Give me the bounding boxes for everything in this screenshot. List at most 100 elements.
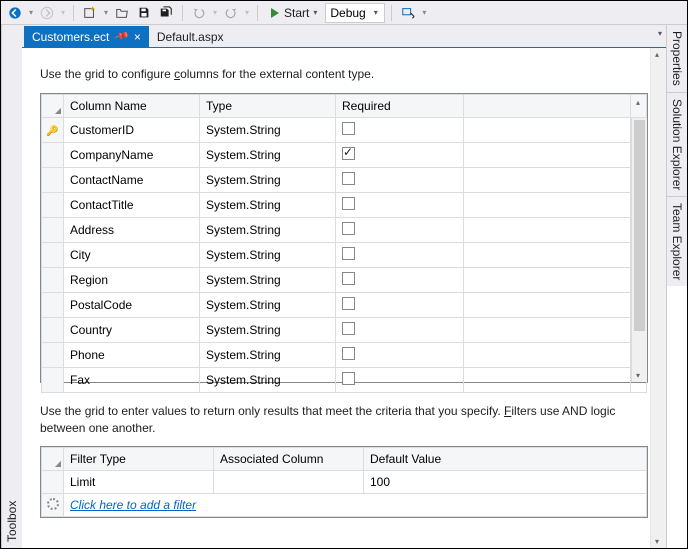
browse-dropdown[interactable]: ▾ bbox=[420, 8, 428, 17]
cell-required[interactable] bbox=[336, 292, 464, 317]
cell-column-name[interactable]: City bbox=[64, 242, 200, 267]
table-row[interactable]: AddressSystem.String bbox=[42, 217, 647, 242]
row-header[interactable] bbox=[42, 367, 64, 392]
new-project-dropdown[interactable]: ▾ bbox=[102, 8, 110, 17]
add-filter-row[interactable]: Click here to add a filter bbox=[42, 494, 647, 517]
cell-type[interactable]: System.String bbox=[200, 267, 336, 292]
tab-default-aspx[interactable]: Default.aspx bbox=[149, 26, 232, 47]
cell-type[interactable]: System.String bbox=[200, 117, 336, 142]
table-row[interactable]: PostalCodeSystem.String bbox=[42, 292, 647, 317]
cell-type[interactable]: System.String bbox=[200, 367, 336, 392]
required-checkbox[interactable] bbox=[342, 322, 355, 335]
cell-type[interactable]: System.String bbox=[200, 192, 336, 217]
solution-explorer-panel-tab[interactable]: Solution Explorer bbox=[667, 93, 687, 197]
redo-dropdown[interactable]: ▾ bbox=[243, 8, 251, 17]
table-row[interactable]: RegionSystem.String bbox=[42, 267, 647, 292]
cell-type[interactable]: System.String bbox=[200, 167, 336, 192]
pin-icon[interactable]: 📌 bbox=[113, 29, 129, 45]
row-header[interactable] bbox=[42, 192, 64, 217]
row-header[interactable] bbox=[42, 267, 64, 292]
cell-column-name[interactable]: CompanyName bbox=[64, 142, 200, 167]
cell-default-value[interactable]: 100 bbox=[364, 471, 647, 494]
nav-forward-dropdown[interactable]: ▾ bbox=[59, 8, 67, 17]
row-header[interactable] bbox=[42, 167, 64, 192]
flt-header-type[interactable]: Filter Type bbox=[64, 448, 214, 471]
cell-column-name[interactable]: Region bbox=[64, 267, 200, 292]
cell-column-name[interactable]: ContactTitle bbox=[64, 192, 200, 217]
configuration-select[interactable]: Debug ▾ bbox=[325, 3, 385, 23]
row-header[interactable] bbox=[42, 242, 64, 267]
open-file-button[interactable] bbox=[112, 3, 132, 23]
cell-required[interactable] bbox=[336, 142, 464, 167]
add-filter-cell[interactable]: Click here to add a filter bbox=[64, 494, 647, 517]
cell-type[interactable]: System.String bbox=[200, 317, 336, 342]
required-checkbox[interactable] bbox=[342, 147, 355, 160]
undo-button[interactable] bbox=[189, 3, 209, 23]
cell-required[interactable] bbox=[336, 317, 464, 342]
cell-required[interactable] bbox=[336, 267, 464, 292]
table-row[interactable]: CitySystem.String bbox=[42, 242, 647, 267]
required-checkbox[interactable] bbox=[342, 372, 355, 385]
save-all-button[interactable] bbox=[156, 3, 176, 23]
cell-column-name[interactable]: Address bbox=[64, 217, 200, 242]
nav-back-button[interactable] bbox=[5, 3, 25, 23]
row-header[interactable] bbox=[42, 317, 64, 342]
required-checkbox[interactable] bbox=[342, 172, 355, 185]
required-checkbox[interactable] bbox=[342, 122, 355, 135]
cell-type[interactable]: System.String bbox=[200, 292, 336, 317]
flt-header-assoc[interactable]: Associated Column bbox=[214, 448, 364, 471]
cell-type[interactable]: System.String bbox=[200, 142, 336, 167]
table-row[interactable]: 🔑CustomerIDSystem.String bbox=[42, 117, 647, 142]
cell-column-name[interactable]: CustomerID bbox=[64, 117, 200, 142]
scrollbar-thumb[interactable] bbox=[634, 120, 645, 331]
table-row[interactable]: FaxSystem.String bbox=[42, 367, 647, 392]
required-checkbox[interactable] bbox=[342, 272, 355, 285]
flt-header-default[interactable]: Default Value bbox=[364, 448, 647, 471]
cell-required[interactable] bbox=[336, 117, 464, 142]
required-checkbox[interactable] bbox=[342, 347, 355, 360]
required-checkbox[interactable] bbox=[342, 297, 355, 310]
required-checkbox[interactable] bbox=[342, 247, 355, 260]
close-icon[interactable]: × bbox=[134, 30, 141, 44]
cell-column-name[interactable]: Phone bbox=[64, 342, 200, 367]
cell-required[interactable] bbox=[336, 367, 464, 392]
browse-button[interactable] bbox=[398, 3, 418, 23]
table-row[interactable]: ContactTitleSystem.String bbox=[42, 192, 647, 217]
cell-type[interactable]: System.String bbox=[200, 217, 336, 242]
row-header[interactable] bbox=[42, 342, 64, 367]
required-checkbox[interactable] bbox=[342, 222, 355, 235]
table-row[interactable]: PhoneSystem.String bbox=[42, 342, 647, 367]
cell-column-name[interactable]: PostalCode bbox=[64, 292, 200, 317]
cell-filter-type[interactable]: Limit bbox=[64, 471, 214, 494]
team-explorer-panel-tab[interactable]: Team Explorer bbox=[667, 197, 687, 286]
col-header-required[interactable]: Required bbox=[336, 94, 464, 117]
cell-type[interactable]: System.String bbox=[200, 242, 336, 267]
cell-type[interactable]: System.String bbox=[200, 342, 336, 367]
row-header[interactable] bbox=[42, 292, 64, 317]
row-header[interactable] bbox=[42, 471, 64, 494]
toolbox-panel-tab[interactable]: Toolbox bbox=[1, 25, 22, 548]
cell-required[interactable] bbox=[336, 192, 464, 217]
table-row[interactable]: CountrySystem.String bbox=[42, 317, 647, 342]
columns-grid-scrollbar[interactable]: ▴ ▾ bbox=[631, 118, 647, 382]
nav-forward-button[interactable] bbox=[37, 3, 57, 23]
tab-customers-ect[interactable]: Customers.ect 📌 × bbox=[24, 26, 149, 47]
nav-back-dropdown[interactable]: ▾ bbox=[27, 8, 35, 17]
cell-assoc-column[interactable] bbox=[214, 471, 364, 494]
table-row[interactable]: Limit 100 bbox=[42, 471, 647, 494]
col-header-type[interactable]: Type bbox=[200, 94, 336, 117]
row-header[interactable]: 🔑 bbox=[42, 117, 64, 142]
start-debug-button[interactable]: Start ▾ bbox=[264, 3, 323, 23]
table-row[interactable]: ContactNameSystem.String bbox=[42, 167, 647, 192]
undo-dropdown[interactable]: ▾ bbox=[211, 8, 219, 17]
add-filter-link[interactable]: Click here to add a filter bbox=[70, 498, 196, 512]
cell-required[interactable] bbox=[336, 217, 464, 242]
cell-required[interactable] bbox=[336, 242, 464, 267]
redo-button[interactable] bbox=[221, 3, 241, 23]
tab-overflow-button[interactable]: ▾ bbox=[658, 29, 662, 38]
row-header[interactable] bbox=[42, 217, 64, 242]
required-checkbox[interactable] bbox=[342, 197, 355, 210]
cell-column-name[interactable]: Fax bbox=[64, 367, 200, 392]
table-row[interactable]: CompanyNameSystem.String bbox=[42, 142, 647, 167]
cell-column-name[interactable]: ContactName bbox=[64, 167, 200, 192]
